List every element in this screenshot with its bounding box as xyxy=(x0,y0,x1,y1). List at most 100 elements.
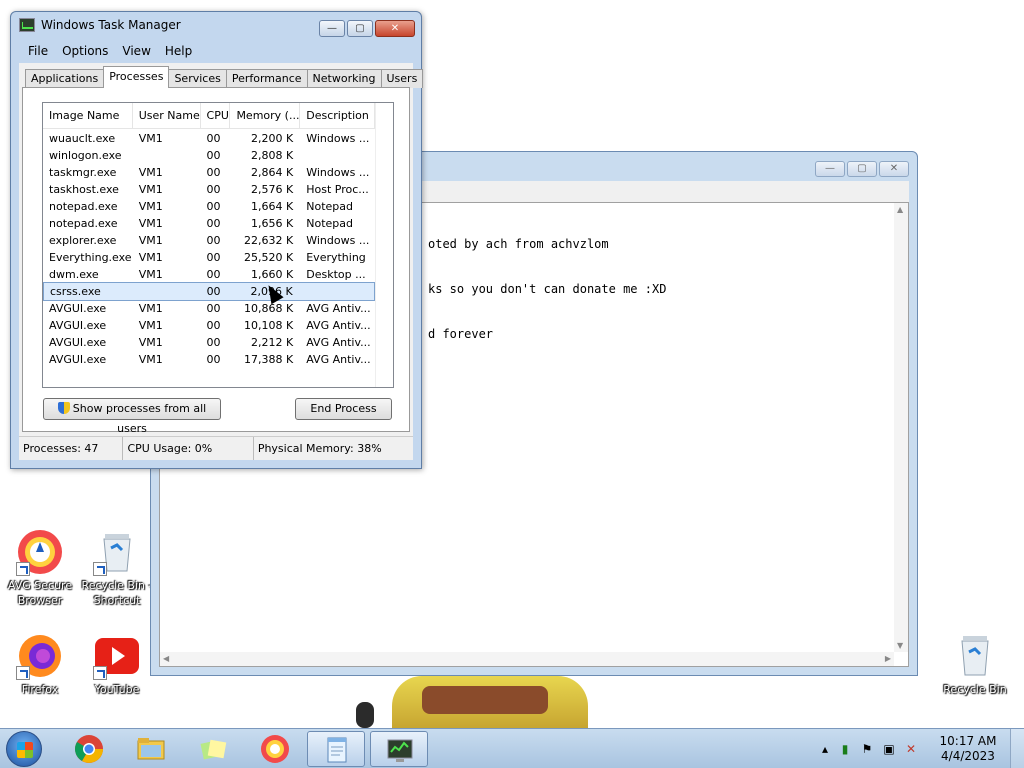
clock[interactable]: 10:17 AM 4/4/2023 xyxy=(938,734,998,764)
column-description[interactable]: Description xyxy=(300,103,375,128)
cell-user-name: VM1 xyxy=(138,302,163,315)
firefox-icon xyxy=(16,632,64,680)
cell-cpu: 00 xyxy=(206,217,221,230)
cell-cpu: 00 xyxy=(206,234,221,247)
table-row[interactable]: AVGUI.exe VM1 00 17,388 K AVG Antiv... xyxy=(43,351,375,368)
desktop-icon-recycle-bin-shortcut[interactable]: Recycle Bin - Shortcut xyxy=(77,528,157,608)
menu-help[interactable]: Help xyxy=(158,42,199,61)
avg-browser-icon xyxy=(261,735,289,763)
notepad-icon xyxy=(327,737,347,763)
cell-image-name: taskmgr.exe xyxy=(49,166,117,179)
column-image-name[interactable]: Image Name xyxy=(43,103,133,128)
table-row[interactable]: notepad.exe VM1 00 1,656 K Notepad xyxy=(43,215,375,232)
desktop-icon-recycle-bin[interactable]: Recycle Bin xyxy=(935,632,1015,697)
menu-file[interactable]: File xyxy=(21,42,55,61)
table-row[interactable]: AVGUI.exe VM1 00 10,868 K AVG Antiv... xyxy=(43,300,375,317)
volume-muted-icon[interactable]: ✕ xyxy=(904,742,918,756)
table-row[interactable]: wuauclt.exe VM1 00 2,200 K Windows ... xyxy=(43,130,375,147)
taskbar-task-manager[interactable] xyxy=(370,731,428,767)
show-desktop-button[interactable] xyxy=(1010,729,1024,768)
tab-services[interactable]: Services xyxy=(168,69,227,88)
tab-applications[interactable]: Applications xyxy=(25,69,105,88)
menu-view[interactable]: View xyxy=(115,42,157,61)
network-icon[interactable]: ▣ xyxy=(882,742,896,756)
show-all-processes-button[interactable]: Show processes from all users xyxy=(43,398,221,435)
cell-cpu: 00 xyxy=(206,149,221,162)
minimize-button[interactable]: — xyxy=(319,20,345,37)
process-list[interactable]: Image Name User Name CPU Memory (... Des… xyxy=(42,102,394,388)
youtube-icon xyxy=(93,632,141,680)
cell-cpu: 00 xyxy=(206,336,221,349)
table-row[interactable]: taskmgr.exe VM1 00 2,864 K Windows ... xyxy=(43,164,375,181)
maximize-button[interactable]: ▢ xyxy=(847,161,877,177)
table-row[interactable]: dwm.exe VM1 00 1,660 K Desktop ... xyxy=(43,266,375,283)
start-button[interactable] xyxy=(6,731,42,767)
tab-networking[interactable]: Networking xyxy=(306,69,382,88)
desktop-icon-youtube[interactable]: YouTube xyxy=(77,632,157,697)
cell-cpu: 00 xyxy=(206,132,221,145)
desktop-icon-label: AVG Secure Browser xyxy=(7,579,73,607)
cell-description: Everything xyxy=(306,251,366,264)
minimize-button[interactable]: — xyxy=(815,161,845,177)
cell-memory: 2,200 K xyxy=(251,132,294,145)
tab-performance[interactable]: Performance xyxy=(225,69,308,88)
uac-shield-icon xyxy=(57,402,70,414)
vertical-scrollbar[interactable] xyxy=(375,103,393,387)
close-button[interactable]: ✕ xyxy=(879,161,909,177)
desktop-icon-firefox[interactable]: Firefox xyxy=(0,632,80,697)
tab-processes[interactable]: Processes xyxy=(103,66,170,88)
table-row[interactable]: csrss.exe 00 2,096 K xyxy=(43,282,375,301)
table-row[interactable]: notepad.exe VM1 00 1,664 K Notepad xyxy=(43,198,375,215)
column-memory[interactable]: Memory (... xyxy=(230,103,301,128)
cell-image-name: taskhost.exe xyxy=(49,183,119,196)
table-row[interactable]: AVGUI.exe VM1 00 2,212 K AVG Antiv... xyxy=(43,334,375,351)
action-center-flag-icon[interactable]: ⚑ xyxy=(860,742,874,756)
tab-users[interactable]: Users xyxy=(380,69,424,88)
column-cpu[interactable]: CPU xyxy=(201,103,231,128)
everything-tray-icon[interactable]: ▮ xyxy=(838,742,852,756)
vertical-scrollbar[interactable]: ▲ ▼ xyxy=(894,203,908,652)
scroll-up-icon[interactable]: ▲ xyxy=(897,205,903,214)
cell-user-name: VM1 xyxy=(138,319,163,332)
table-row[interactable]: AVGUI.exe VM1 00 10,108 K AVG Antiv... xyxy=(43,317,375,334)
cell-cpu: 00 xyxy=(206,251,221,264)
scroll-right-icon[interactable]: ▶ xyxy=(885,654,891,663)
cell-description xyxy=(300,283,374,300)
cell-memory: 2,808 K xyxy=(251,149,294,162)
close-button[interactable]: ✕ xyxy=(375,20,415,37)
maximize-button[interactable]: ▢ xyxy=(347,20,373,37)
cell-user-name: VM1 xyxy=(138,200,163,213)
taskbar-avg-browser[interactable] xyxy=(246,731,304,767)
table-row[interactable]: winlogon.exe 00 2,808 K xyxy=(43,147,375,164)
cell-image-name: notepad.exe xyxy=(49,200,118,213)
menu-options[interactable]: Options xyxy=(55,42,115,61)
desktop-icon-avg-browser[interactable]: AVG Secure Browser xyxy=(0,528,80,608)
show-hidden-icons-icon[interactable]: ▴ xyxy=(818,742,832,756)
task-manager-window[interactable]: Windows Task Manager — ▢ ✕ File Options … xyxy=(10,11,424,469)
horizontal-scrollbar[interactable]: ◀ ▶ xyxy=(160,652,894,666)
cell-memory: 1,656 K xyxy=(251,217,294,230)
chrome-icon xyxy=(75,735,103,763)
taskbar-chrome[interactable] xyxy=(60,731,118,767)
cell-image-name: wuauclt.exe xyxy=(49,132,116,145)
taskbar-notepad[interactable] xyxy=(307,731,365,767)
column-user-name[interactable]: User Name xyxy=(133,103,201,128)
desktop-icon-label: YouTube xyxy=(94,683,140,696)
cell-user-name: VM1 xyxy=(138,132,163,145)
taskbar-sticky-notes[interactable] xyxy=(184,731,242,767)
cell-description: Windows ... xyxy=(306,132,370,145)
table-row[interactable]: Everything.exe VM1 00 25,520 K Everything xyxy=(43,249,375,266)
tab-strip: Applications Processes Services Performa… xyxy=(25,66,424,88)
cell-description: AVG Antiv... xyxy=(306,319,371,332)
table-row[interactable]: explorer.exe VM1 00 22,632 K Windows ... xyxy=(43,232,375,249)
table-row[interactable]: taskhost.exe VM1 00 2,576 K Host Proc... xyxy=(43,181,375,198)
end-process-button[interactable]: End Process xyxy=(295,398,392,420)
menu-bar: File Options View Help xyxy=(21,42,421,61)
cell-description: Desktop ... xyxy=(306,268,366,281)
scroll-down-icon[interactable]: ▼ xyxy=(897,641,903,650)
cell-user-name: VM1 xyxy=(138,217,163,230)
cell-image-name: winlogon.exe xyxy=(49,149,122,162)
scroll-left-icon[interactable]: ◀ xyxy=(163,654,169,663)
notepad-line: ks so you don't can donate me :XD xyxy=(428,282,667,296)
taskbar-explorer[interactable] xyxy=(122,731,180,767)
